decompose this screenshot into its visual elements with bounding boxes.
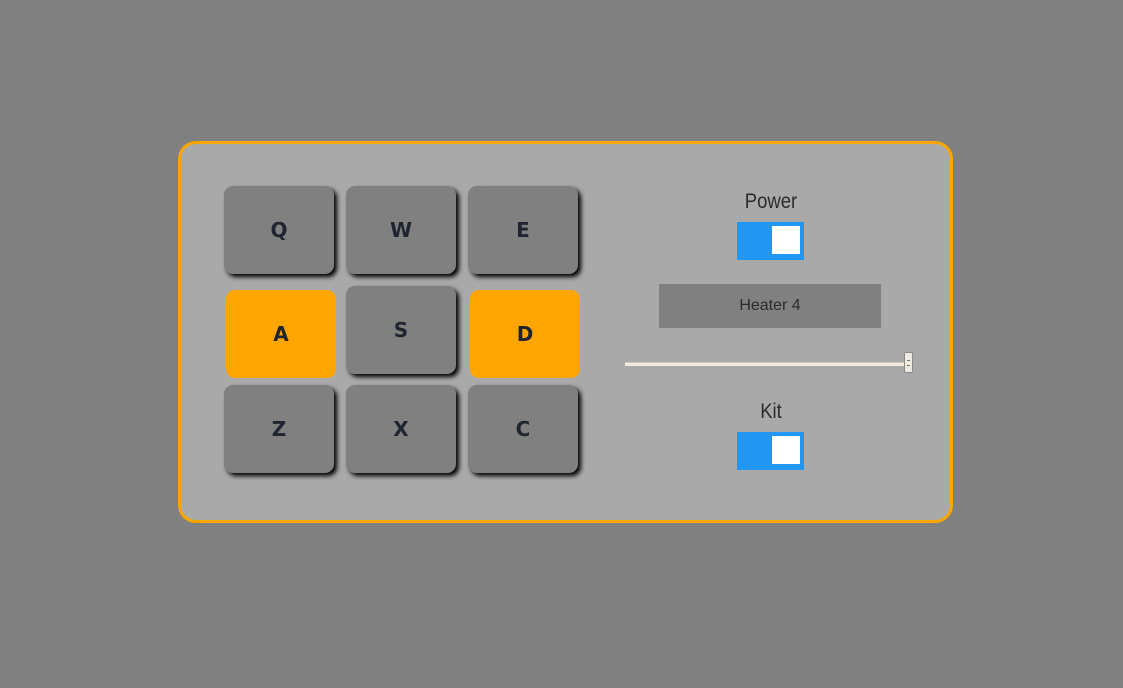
volume-slider[interactable] (625, 351, 917, 379)
power-toggle[interactable] (737, 222, 804, 260)
power-label: Power (744, 190, 798, 213)
controls-panel: Power Heater 4 Kit (621, 144, 921, 520)
drum-pad-z[interactable]: Z (224, 385, 334, 473)
volume-slider-thumb[interactable] (904, 352, 913, 373)
drum-pad-q[interactable]: Q (224, 186, 334, 274)
kit-toggle[interactable] (737, 432, 804, 470)
power-toggle-knob (772, 226, 800, 254)
volume-slider-track (625, 362, 909, 366)
kit-label: Kit (760, 400, 782, 423)
drum-pad-d[interactable]: D (470, 290, 580, 378)
drum-pad-w[interactable]: W (346, 186, 456, 274)
drum-pad-x[interactable]: X (346, 385, 456, 473)
sound-display: Heater 4 (659, 284, 881, 328)
drum-pad-s[interactable]: S (346, 286, 456, 374)
drum-machine-panel: Q W E A S D Z X C Power Heater 4 Kit (178, 141, 953, 523)
kit-toggle-knob (772, 436, 800, 464)
pad-bank: Q W E A S D Z X C (221, 183, 581, 483)
drum-pad-e[interactable]: E (468, 186, 578, 274)
drum-pad-a[interactable]: A (226, 290, 336, 378)
drum-pad-c[interactable]: C (468, 385, 578, 473)
